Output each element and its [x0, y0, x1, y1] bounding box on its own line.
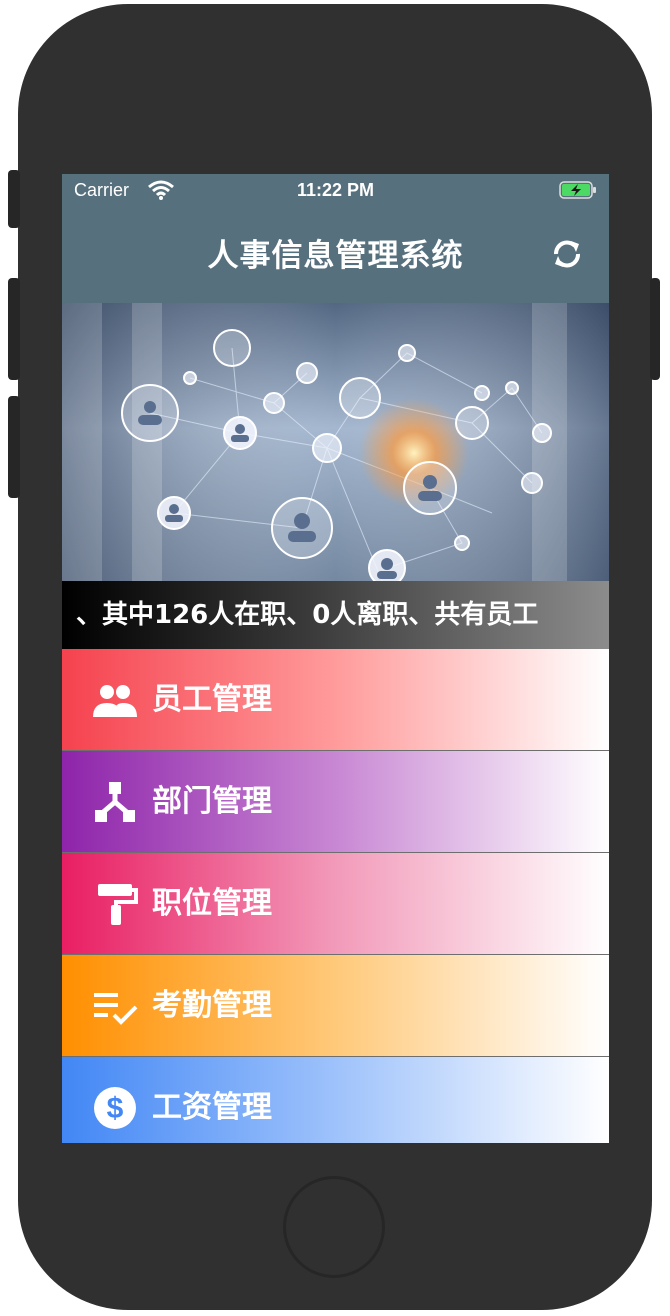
svg-text:$: $: [107, 1092, 124, 1125]
network-banner-image: [62, 303, 609, 581]
paint-roller-icon: [98, 884, 138, 925]
app-screen: Carrier 11:22 PM 人事信息管理系统 、其中126人在职、0人离职…: [62, 174, 609, 1143]
menu-item-attendance[interactable]: 考勤管理: [62, 955, 609, 1057]
staff-summary-text: 、其中126人在职、0人离职、共有员工: [76, 600, 539, 630]
home-button[interactable]: [283, 1176, 385, 1278]
menu-item-label: 员工管理: [152, 682, 272, 717]
volume-up-button: [8, 278, 20, 380]
module-menu: 员工管理 部门管理 职位管理 考勤管理 $ 工资管理: [62, 649, 609, 1143]
network-illustration: [62, 303, 609, 581]
menu-item-label: 考勤管理: [152, 988, 272, 1023]
org-tree-icon: [95, 782, 135, 822]
menu-item-employee[interactable]: 员工管理: [62, 649, 609, 751]
menu-item-label: 工资管理: [152, 1090, 272, 1125]
dollar-icon: $: [94, 1087, 136, 1129]
staff-summary-marquee: 、其中126人在职、0人离职、共有员工: [62, 581, 609, 649]
mute-switch: [8, 170, 20, 228]
menu-item-position[interactable]: 职位管理: [62, 853, 609, 955]
people-icon: [93, 685, 137, 717]
menu-item-salary[interactable]: $ 工资管理: [62, 1057, 609, 1143]
navigation-bar: Carrier 11:22 PM 人事信息管理系统: [62, 174, 609, 303]
battery-charging-icon: [559, 181, 596, 199]
refresh-icon[interactable]: [550, 237, 584, 271]
menu-item-label: 职位管理: [152, 886, 272, 921]
power-button: [650, 278, 660, 380]
menu-item-department[interactable]: 部门管理: [62, 751, 609, 853]
menu-item-label: 部门管理: [152, 784, 272, 819]
checklist-icon: [94, 993, 138, 1025]
status-bar: Carrier 11:22 PM: [62, 174, 609, 208]
volume-down-button: [8, 396, 20, 498]
page-title: 人事信息管理系统: [207, 238, 464, 274]
status-time: 11:22 PM: [296, 180, 375, 200]
